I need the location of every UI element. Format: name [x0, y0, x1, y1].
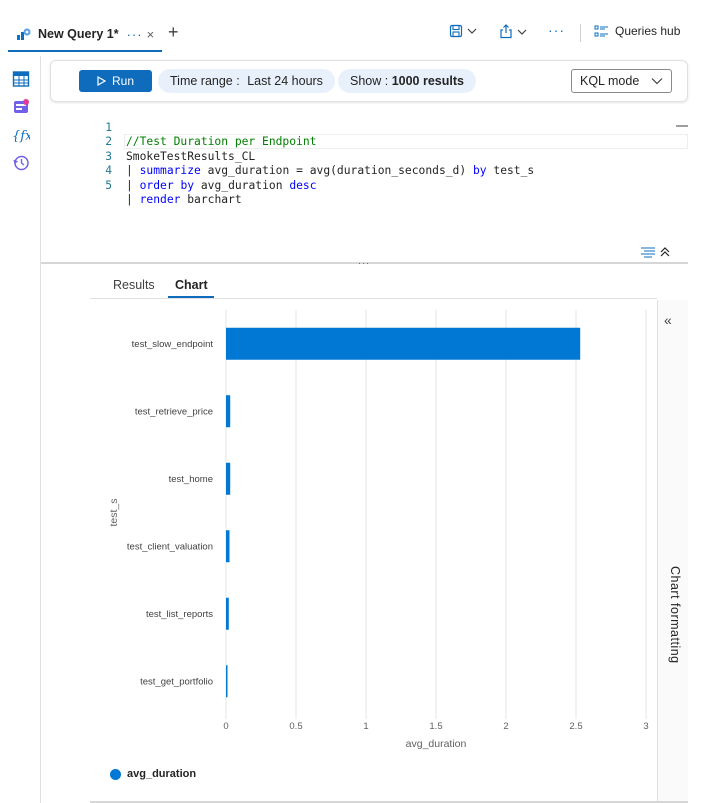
tab-results[interactable]: Results [113, 278, 155, 292]
tab-chart[interactable]: Chart [175, 278, 208, 292]
share-button[interactable] [499, 24, 527, 39]
chart-area: 0 0.5 1 1.5 2 2.5 3 test_slow_endpoint test_retr… [90, 300, 657, 803]
line-number: 2 [105, 135, 112, 148]
play-icon [97, 76, 106, 86]
functions-icon[interactable]: {fx} [12, 126, 30, 144]
x-tick-label: 0 [223, 721, 228, 732]
queries-icon[interactable] [12, 98, 30, 116]
show-value: 1000 results [391, 74, 464, 88]
left-rail: {fx} [0, 56, 41, 803]
run-label: Run [111, 74, 134, 88]
code-line: 1 //Test Duration per Endpoint [41, 106, 316, 149]
collapse-editor-icon[interactable] [660, 246, 670, 258]
x-tick-label: 0.5 [289, 721, 302, 732]
editor-footer [640, 246, 670, 258]
share-icon [500, 24, 512, 39]
code-line: 4 | order by avg_duration desc [41, 150, 316, 192]
time-range-value: Last 24 hours [247, 74, 323, 88]
save-icon [449, 24, 463, 38]
code-line: 3 | summarize avg_duration = avg(duratio… [41, 135, 534, 178]
code-text: | order by avg_duration desc [126, 178, 317, 192]
bar [226, 462, 231, 495]
toolbar-separator [580, 24, 581, 42]
expand-panel-icon[interactable]: « [664, 312, 672, 328]
code-line: 2 SmokeTestResults_CL [41, 121, 255, 163]
bar [226, 530, 230, 563]
tab-more-icon[interactable]: ··· [127, 27, 143, 42]
line-number: 5 [105, 178, 112, 192]
bar-chart: 0 0.5 1 1.5 2 2.5 3 test_slow_endpoint test_retr… [108, 310, 649, 750]
query-editor[interactable]: 1 //Test Duration per Endpoint 2 SmokeTe… [41, 104, 688, 262]
more-options-icon[interactable]: ··· [548, 22, 565, 38]
line-number: 1 [105, 120, 112, 134]
chart-formatting-label: Chart formatting [668, 566, 682, 664]
save-button[interactable] [449, 24, 477, 38]
splitter-grip-icon[interactable]: ··· [358, 258, 370, 268]
bar [226, 327, 581, 360]
show-label: Show : [350, 74, 392, 88]
add-tab-button[interactable]: + [168, 22, 179, 43]
code-text: //Test Duration per Endpoint [126, 135, 317, 148]
query-toolbar: Run Time range : Last 24 hours Show : 10… [50, 60, 688, 102]
x-tick-label: 3 [643, 721, 648, 732]
y-tick-label: test_home [169, 474, 213, 485]
chart-formatting-panel[interactable]: « Chart formatting [657, 300, 688, 803]
y-tick-label: test_slow_endpoint [132, 339, 214, 350]
code-text: | render barchart [126, 193, 242, 206]
x-tick-label: 1 [363, 721, 368, 732]
time-range-picker[interactable]: Time range : Last 24 hours [158, 69, 335, 93]
kql-mode-label: KQL mode [580, 74, 640, 88]
legend-label: avg_duration [127, 768, 197, 780]
chevron-down-icon [651, 78, 663, 85]
bar [226, 597, 229, 630]
kql-mode-dropdown[interactable]: KQL mode [571, 69, 672, 93]
log-analytics-icon [17, 28, 31, 40]
tables-icon[interactable] [12, 70, 30, 88]
y-tick-label: test_retrieve_price [135, 406, 213, 417]
y-axis-title: test_s [108, 498, 120, 526]
line-number: 4 [105, 164, 112, 177]
format-query-icon[interactable] [640, 246, 656, 258]
y-tick-label: test_list_reports [146, 609, 213, 620]
run-button[interactable]: Run [79, 70, 152, 92]
svg-text:{fx}: {fx} [12, 129, 30, 144]
queries-hub-icon [594, 25, 608, 36]
x-axis-title: avg_duration [406, 738, 467, 750]
queries-hub-button[interactable]: Queries hub [594, 24, 680, 38]
active-tab-indicator [168, 296, 214, 298]
tab-close-icon[interactable]: × [147, 27, 155, 42]
time-range-label: Time range : [170, 74, 244, 88]
history-icon[interactable] [12, 154, 30, 172]
queries-hub-label: Queries hub [615, 24, 681, 38]
bar [226, 665, 228, 698]
tab-divider [90, 298, 657, 299]
editor-scroll-marker [676, 125, 688, 127]
top-bar: New Query 1* ··· × + ··· Queries hub [0, 0, 701, 56]
bar [226, 395, 231, 428]
x-tick-label: 2 [503, 721, 508, 732]
chevron-down-icon [467, 28, 477, 34]
x-tick-label: 2.5 [569, 721, 582, 732]
line-number: 3 [105, 149, 112, 163]
code-text: SmokeTestResults_CL [126, 149, 256, 163]
x-tick-label: 1.5 [429, 721, 442, 732]
chart-legend[interactable]: avg_duration [110, 768, 196, 780]
tab-title: New Query 1* [38, 27, 119, 41]
query-tab[interactable]: New Query 1* ··· × [8, 18, 162, 52]
chevron-down-icon [517, 29, 527, 35]
y-tick-label: test_client_valuation [127, 541, 213, 552]
code-line: 5 | render barchart [41, 164, 241, 207]
y-tick-label: test_get_portfolio [140, 676, 213, 687]
legend-swatch [110, 768, 121, 780]
result-limit-picker[interactable]: Show : 1000 results [338, 69, 476, 93]
code-text: | summarize avg_duration = avg(duration_… [126, 164, 535, 177]
